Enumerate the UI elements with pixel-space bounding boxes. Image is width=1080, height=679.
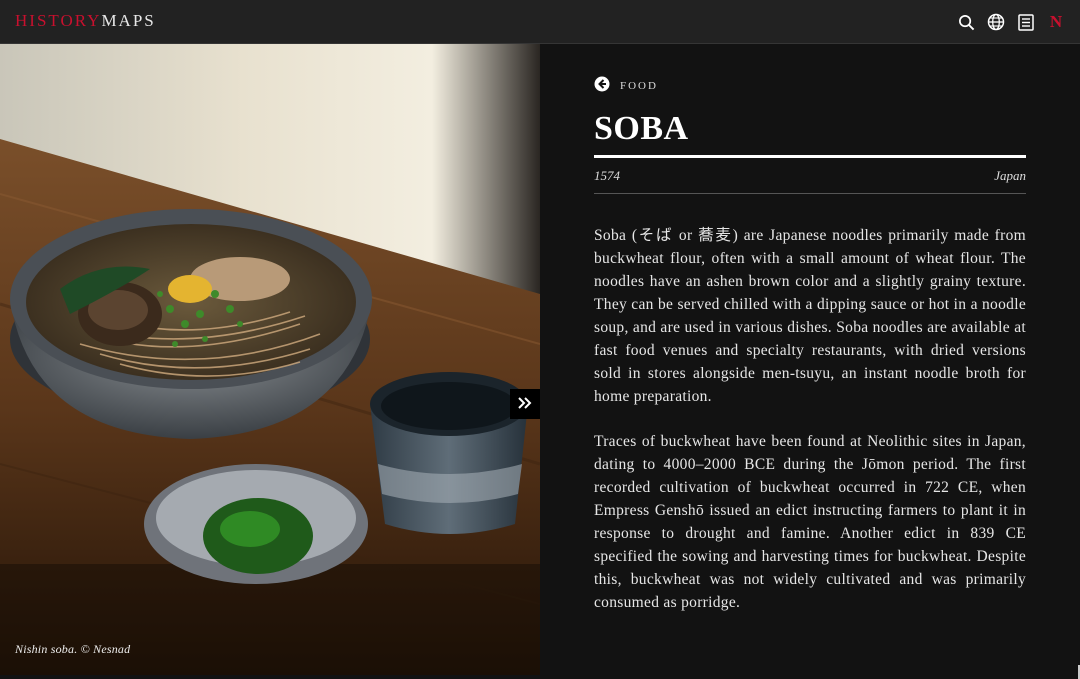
article-title: SOBA bbox=[594, 110, 689, 147]
article-body: Soba (そば or 蕎麦) are Japanese noodles pri… bbox=[594, 224, 1026, 636]
site-logo[interactable]: HISTORYMAPS bbox=[15, 11, 156, 31]
category-label: FOOD bbox=[620, 80, 658, 92]
article-paragraph: Soba (そば or 蕎麦) are Japanese noodles pri… bbox=[594, 227, 1026, 405]
header-icons: N bbox=[956, 12, 1066, 32]
globe-icon[interactable] bbox=[986, 12, 1006, 32]
article-list-icon[interactable] bbox=[1016, 12, 1036, 32]
image-caption: Nishin soba. © Nesnad bbox=[15, 642, 131, 656]
back-to-category-link[interactable]: FOOD bbox=[594, 76, 658, 96]
logo-maps-text: MAPS bbox=[101, 11, 156, 30]
article-paragraph: Traces of buckwheat have been found at N… bbox=[594, 433, 1026, 611]
article-image-panel: Nishin soba. © Nesnad bbox=[0, 44, 540, 675]
nishin-soba-photo bbox=[0, 44, 540, 675]
top-navigation-bar: HISTORYMAPS N bbox=[0, 0, 1080, 44]
article-year: 1574 bbox=[594, 168, 620, 183]
meta-divider bbox=[594, 193, 1026, 194]
title-divider bbox=[594, 155, 1026, 158]
article-region: Japan bbox=[994, 168, 1026, 183]
article-meta: 1574 Japan bbox=[594, 168, 1026, 184]
collapse-panel-button[interactable] bbox=[510, 389, 540, 419]
double-chevron-right-icon bbox=[517, 395, 533, 414]
logo-history-text: HISTORY bbox=[15, 11, 102, 30]
back-arrow-icon bbox=[594, 76, 610, 96]
article-text-panel: FOOD SOBA 1574 Japan Soba (そば or 蕎麦) are… bbox=[540, 44, 1080, 679]
n-icon[interactable]: N bbox=[1046, 12, 1066, 32]
search-icon[interactable] bbox=[956, 12, 976, 32]
